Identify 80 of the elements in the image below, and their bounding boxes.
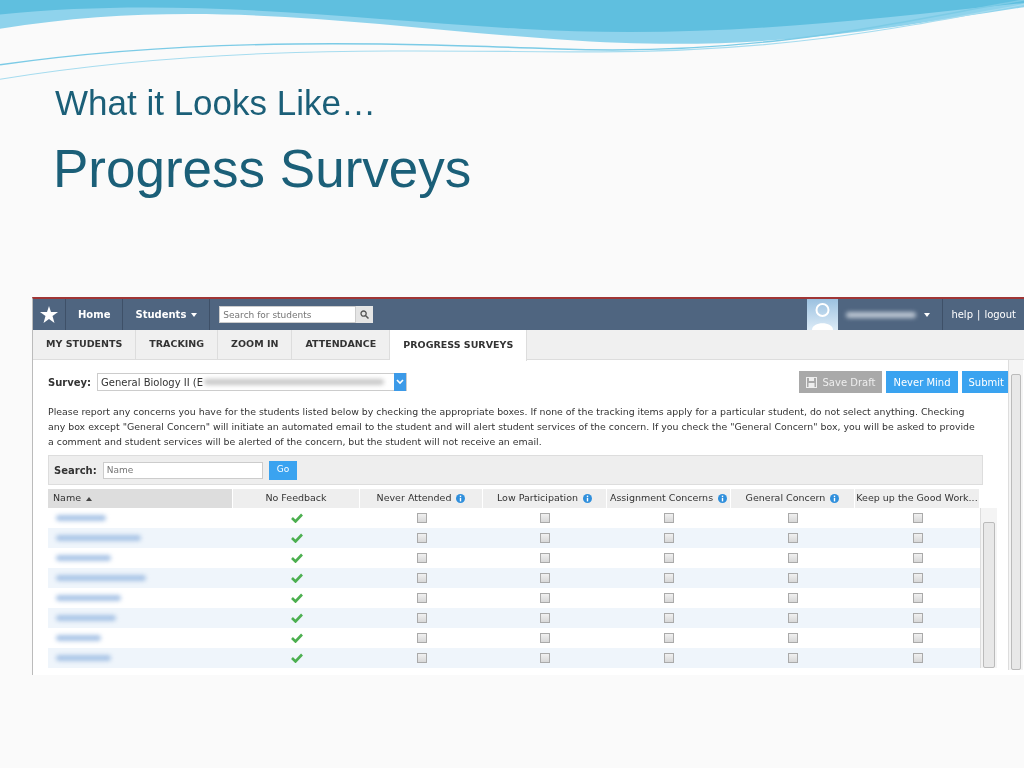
survey-label: Survey:: [48, 375, 92, 390]
column-header[interactable]: Low Participation: [483, 489, 607, 508]
redacted-name[interactable]: [56, 595, 121, 601]
scrollbar[interactable]: [1008, 360, 1023, 670]
checkbox[interactable]: [540, 653, 550, 663]
checkbox[interactable]: [416, 593, 427, 603]
column-header[interactable]: No Feedback: [233, 489, 360, 508]
checkbox[interactable]: [416, 633, 427, 643]
star-logo-icon[interactable]: [39, 304, 59, 325]
checkbox[interactable]: [664, 533, 674, 543]
tab[interactable]: PROGRESS SURVEYS: [390, 330, 528, 361]
redacted-name[interactable]: [56, 535, 141, 541]
header-link[interactable]: logout: [984, 307, 1016, 322]
checkbox[interactable]: [540, 553, 550, 563]
checkbox[interactable]: [540, 573, 550, 583]
search-label: Search:: [54, 463, 97, 478]
redacted-name[interactable]: [56, 575, 146, 581]
caret-icon[interactable]: [191, 312, 198, 317]
checkbox[interactable]: [540, 513, 550, 523]
info-icon[interactable]: [830, 494, 840, 503]
checkbox[interactable]: [664, 513, 674, 523]
column-header[interactable]: Never Attended: [360, 489, 483, 508]
checkbox[interactable]: [416, 653, 427, 663]
redacted-username: [846, 311, 917, 318]
search-icon[interactable]: [360, 310, 370, 319]
checkbox[interactable]: [788, 553, 798, 563]
info-icon[interactable]: [456, 494, 466, 503]
survey-select[interactable]: General Biology II (E: [97, 373, 408, 391]
chevron-down-icon[interactable]: [396, 379, 405, 385]
column-header[interactable]: General Concern: [731, 489, 855, 508]
info-icon[interactable]: [718, 494, 728, 503]
checkbox[interactable]: [664, 653, 674, 663]
info-icon[interactable]: [583, 494, 592, 503]
checkbox[interactable]: [788, 653, 798, 663]
instructions-text: Please report any concerns you have for the students listed below by checking the appropriate boxes. If none of the tracking items apply for a particular student, do not select anything. Checking any box except "General Concern" will initiate an automated email to the student and will alert student services of the concern. If you check the "General Concern" box, you will be asked to provide a comment and student services will be alerted of the concern, but the student will not receive an email.: [48, 405, 976, 449]
checkbox[interactable]: [664, 633, 674, 643]
checkbox[interactable]: [664, 593, 674, 603]
column-header[interactable]: Name: [48, 489, 233, 508]
checkbox[interactable]: [912, 533, 923, 543]
checkbox[interactable]: [664, 573, 674, 583]
slide-subtitle: What it Looks Like…: [55, 85, 376, 120]
checkbox[interactable]: [912, 593, 923, 603]
checkbox[interactable]: [788, 613, 798, 623]
search-button[interactable]: [356, 306, 374, 323]
checkbox[interactable]: [912, 613, 923, 623]
link-separator: |: [977, 308, 981, 322]
checkbox[interactable]: [912, 573, 923, 583]
caret-icon[interactable]: [924, 312, 931, 317]
checkbox[interactable]: [912, 653, 923, 663]
redacted-name[interactable]: [56, 655, 111, 661]
sort-arrow-icon[interactable]: [86, 496, 93, 501]
checkbox[interactable]: [912, 633, 923, 643]
checkbox[interactable]: [540, 633, 550, 643]
scrollbar[interactable]: [980, 508, 997, 668]
checkbox[interactable]: [912, 513, 923, 523]
checkbox[interactable]: [540, 533, 550, 543]
checkbox[interactable]: [788, 513, 798, 523]
column-header[interactable]: Assignment Concerns: [607, 489, 731, 508]
checkbox[interactable]: [788, 593, 798, 603]
checkbox[interactable]: [664, 613, 674, 623]
checkbox[interactable]: [416, 613, 427, 623]
checkbox[interactable]: [664, 553, 674, 563]
redacted-name[interactable]: [56, 615, 116, 621]
checkbox[interactable]: [416, 553, 427, 563]
redacted-name[interactable]: [56, 515, 106, 521]
search-field[interactable]: Search for students: [219, 306, 357, 323]
checkbox[interactable]: [788, 573, 798, 583]
checkbox[interactable]: [788, 633, 798, 643]
header-link[interactable]: help: [951, 307, 973, 322]
checkbox[interactable]: [540, 613, 550, 623]
redacted-name[interactable]: [56, 635, 101, 641]
redacted-name[interactable]: [56, 555, 111, 561]
checkbox[interactable]: [788, 533, 798, 543]
checkbox[interactable]: [416, 573, 427, 583]
checkbox[interactable]: [912, 553, 923, 563]
column-header[interactable]: Keep up the Good Work...: [855, 489, 980, 508]
checkbox[interactable]: [416, 513, 427, 523]
checkbox[interactable]: [416, 533, 427, 543]
name-field[interactable]: Name: [102, 461, 263, 479]
checkbox[interactable]: [540, 593, 550, 603]
